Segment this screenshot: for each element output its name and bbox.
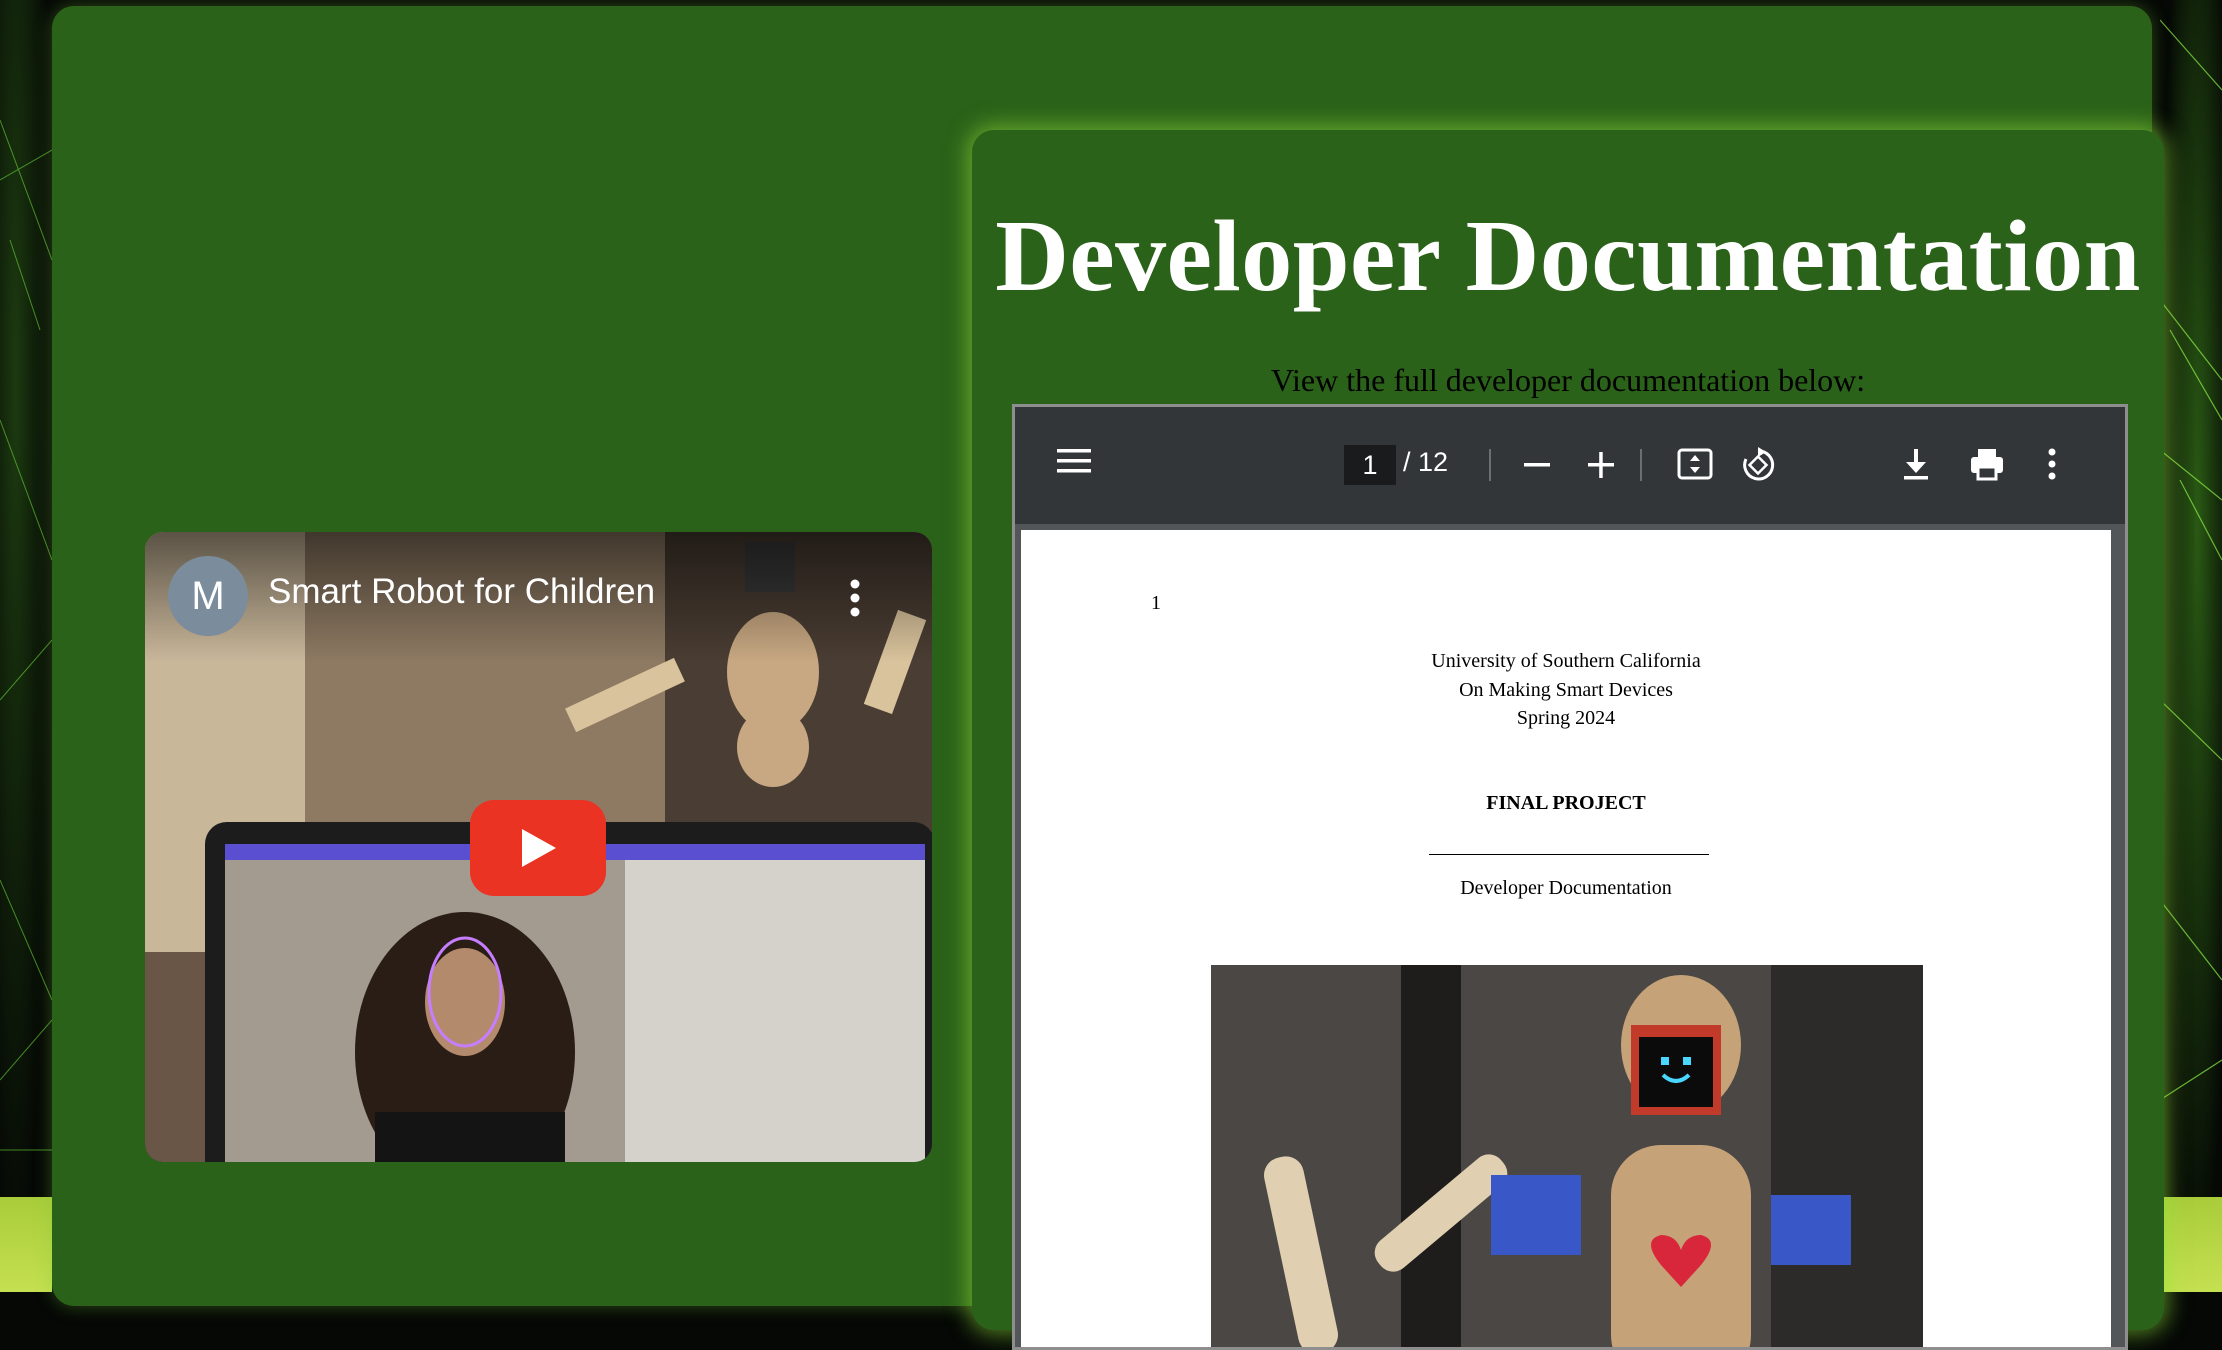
documentation-subtitle: View the full developer documentation be…: [1270, 362, 1866, 398]
background-right: [2160, 0, 2222, 1292]
video-embed[interactable]: M Smart Robot for Children: [145, 532, 932, 1162]
pdf-term: Spring 2024: [1516, 707, 1616, 729]
page-number-input[interactable]: 1: [1344, 445, 1396, 485]
laser-pattern-left: [0, 119, 52, 1151]
pdf-course: On Making Smart Devices: [1459, 679, 1673, 701]
pdf-doc-name: Developer Documentation: [1460, 877, 1672, 899]
documentation-card: Developer Documentation View the full de…: [972, 130, 2164, 1350]
laser-pattern-right: [2160, 19, 2222, 1101]
pdf-toolbar: 1 / 12: [1015, 407, 2125, 524]
pdf-robot-photo: [1211, 965, 1923, 1347]
pdf-heading: FINAL PROJECT: [1486, 792, 1646, 814]
pdf-institution: University of Southern California: [1431, 650, 1701, 672]
pdf-viewer[interactable]: 1 / 12 1 University of Southern Californ…: [1012, 404, 2128, 1350]
channel-avatar[interactable]: M: [168, 556, 248, 636]
video-title[interactable]: Smart Robot for Children: [268, 572, 655, 612]
fit-page-icon[interactable]: [1677, 448, 1713, 480]
pdf-page-number: 1: [1151, 592, 1161, 614]
page-total: / 12: [1403, 447, 1449, 477]
zoom-out-icon[interactable]: [1523, 451, 1551, 479]
main-panel: M Smart Robot for Children Developer Doc…: [52, 6, 2164, 1350]
toolbar-divider: [1489, 449, 1491, 481]
more-options-icon[interactable]: [2047, 447, 2057, 481]
background-bottom-right: [2160, 1197, 2222, 1292]
pdf-rule: [1429, 854, 1709, 855]
play-button[interactable]: [470, 800, 606, 896]
menu-icon[interactable]: [1057, 447, 1091, 475]
video-more-icon[interactable]: [849, 578, 861, 623]
pdf-page: 1 University of Southern California On M…: [1021, 530, 2111, 1347]
toolbar-divider: [1640, 449, 1642, 481]
play-icon: [522, 829, 556, 867]
zoom-in-icon[interactable]: [1587, 451, 1615, 479]
page-title: Developer Documentation: [995, 200, 2141, 313]
robot-photo: [1211, 965, 1923, 1347]
rotate-icon[interactable]: [1740, 447, 1776, 483]
background-left: [0, 0, 52, 1292]
background-bottom-left: [0, 1197, 52, 1292]
print-icon[interactable]: [1969, 447, 2005, 481]
download-icon[interactable]: [1901, 447, 1931, 481]
